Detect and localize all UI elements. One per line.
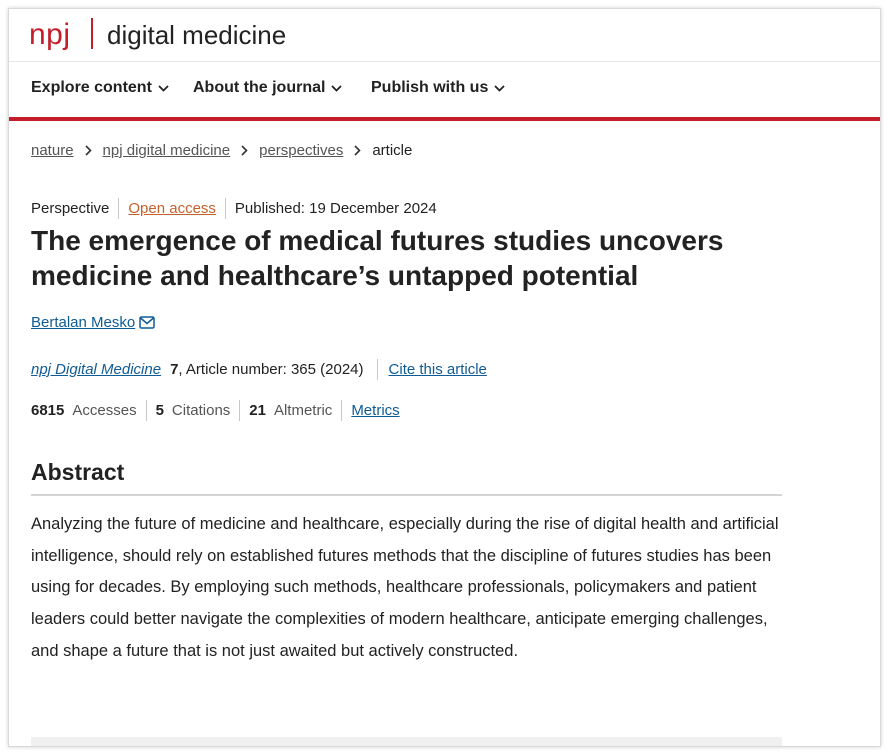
journal-link[interactable]: npj Digital Medicine [31,361,161,378]
meta-divider [224,198,226,219]
published-date: Published: 19 December 2024 [234,200,437,217]
altmetric-score: 21 [249,402,266,419]
citation-line: npj Digital Medicine 7 , Article number:… [31,359,487,380]
author-list: Bertalan Mesko [31,314,155,331]
chevron-right-icon [84,145,92,156]
article-metrics: 6815 Accesses 5 Citations 21 Altmetric M… [31,400,400,421]
chevron-down-icon [158,84,169,92]
breadcrumb-nature[interactable]: nature [31,142,74,159]
meta-divider [118,198,120,219]
accesses-count: 6815 [31,402,65,419]
breadcrumb: nature npj digital medicine perspectives… [31,142,412,159]
chevron-down-icon [494,84,505,92]
brand-logo-npj[interactable]: npj [29,17,71,53]
article-meta: Perspective Open access Published: 19 De… [31,198,437,219]
brand-header: npj digital medicine [9,9,880,62]
breadcrumb-npj-digital-medicine[interactable]: npj digital medicine [103,142,231,159]
chevron-down-icon [331,84,343,92]
author-link[interactable]: Bertalan Mesko [31,314,135,331]
content-box [31,737,782,746]
accesses-label: Accesses [72,402,137,419]
meta-divider [239,400,241,421]
nav-label: Explore content [31,79,152,96]
main-nav: Explore content About the journal Publis… [9,62,880,121]
nav-about-journal[interactable]: About the journal [193,79,343,97]
metrics-link[interactable]: Metrics [351,402,399,419]
open-access-link[interactable]: Open access [128,200,216,217]
browser-page: npj digital medicine Explore content Abo… [8,8,881,747]
article-number: , Article number: 365 (2024) [178,361,364,378]
abstract-heading: Abstract [31,459,782,496]
meta-divider [145,400,147,421]
abstract-text: Analyzing the future of medicine and hea… [31,515,779,660]
nav-explore-content[interactable]: Explore content [31,79,169,97]
volume-number: 7 [170,361,179,378]
article-title: The emergence of medical futures studies… [31,225,724,291]
nav-label: Publish with us [371,79,489,96]
brand-journal-name[interactable]: digital medicine [107,19,286,51]
breadcrumb-perspectives[interactable]: perspectives [259,142,343,159]
envelope-icon[interactable] [139,316,155,329]
chevron-right-icon [241,145,248,156]
chevron-right-icon [354,145,361,156]
meta-divider [376,359,378,380]
breadcrumb-current: article [372,142,413,159]
nav-publish-with-us[interactable]: Publish with us [371,79,505,97]
cite-this-article-link[interactable]: Cite this article [389,361,487,378]
citations-label: Citations [171,402,231,419]
meta-divider [341,400,343,421]
nav-label: About the journal [193,79,326,96]
altmetric-label: Altmetric [273,402,333,419]
brand-divider [91,18,93,49]
article-type: Perspective [31,200,110,217]
citations-count: 5 [155,402,164,419]
